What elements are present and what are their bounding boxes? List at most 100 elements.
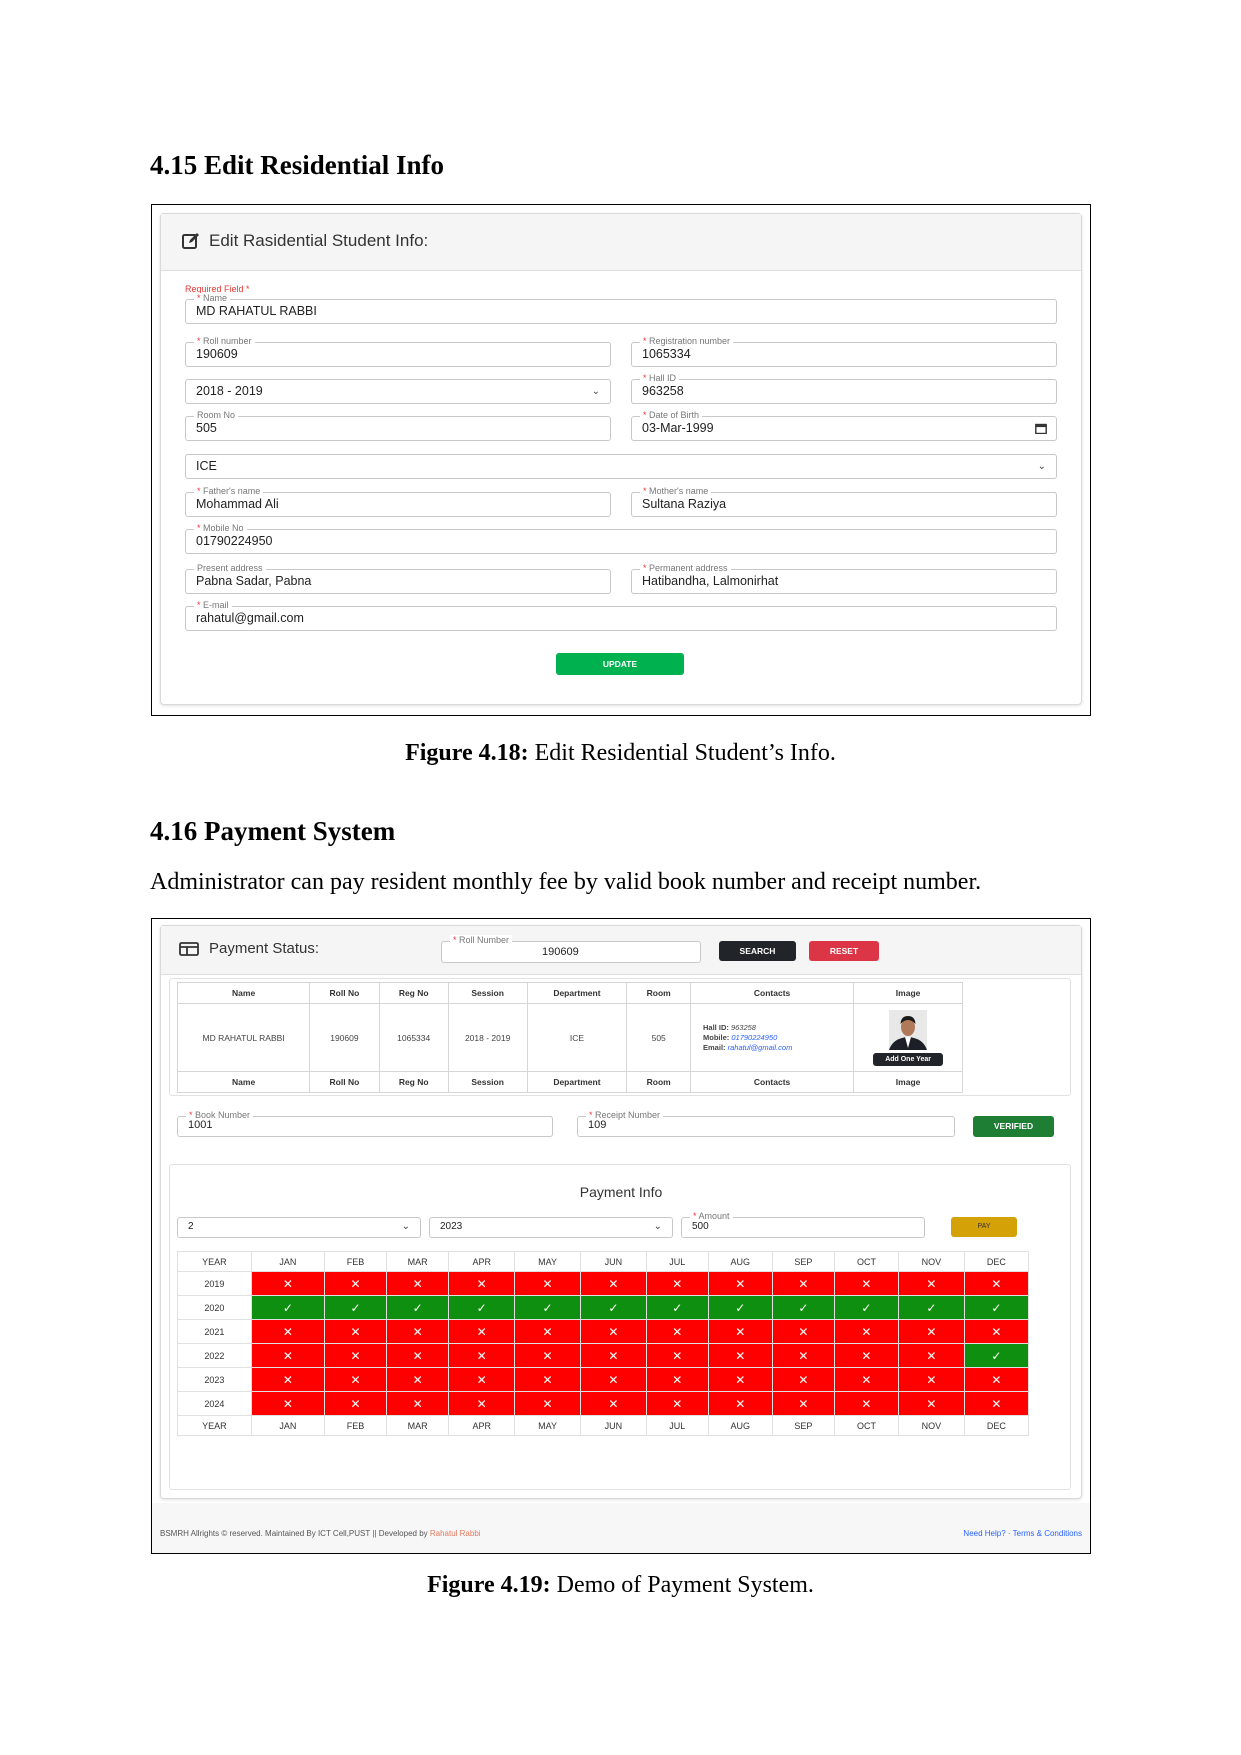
mobile-link[interactable]: 01790224950: [731, 1033, 777, 1042]
mobile-label: Mobile No: [203, 523, 244, 533]
month-header-oct: OCT: [833, 1415, 899, 1436]
table-row: 2022 ✕ ✕ ✕ ✕ ✕ ✕ ✕ ✕ ✕ ✕ ✕ ✓: [177, 1343, 1030, 1368]
unpaid-cell: ✕: [580, 1391, 647, 1416]
room-field[interactable]: Room No 505: [185, 410, 611, 441]
year-label: 2020: [177, 1295, 252, 1320]
dob-field[interactable]: * Date of Birth 03-Mar-1999: [631, 410, 1057, 441]
month-header-jul: JUL: [645, 1415, 709, 1436]
amount-label: Amount: [698, 1211, 730, 1221]
paid-cell: ✓: [963, 1343, 1030, 1368]
reset-button[interactable]: RESET: [809, 941, 879, 961]
unpaid-cell: ✕: [250, 1343, 326, 1368]
student-table: Name Roll No Reg No Session Department R…: [176, 982, 963, 1093]
mobile-field[interactable]: * Mobile No 01790224950: [185, 523, 1057, 554]
col-image: Image: [853, 982, 963, 1004]
hall-id-field[interactable]: * Hall ID 963258: [631, 373, 1057, 404]
caption-text: Edit Residential Student’s Info.: [528, 740, 836, 766]
unpaid-cell: ✕: [448, 1271, 516, 1296]
email-value: rahatul@gmail.com: [196, 611, 304, 625]
permanent-address-field[interactable]: * Permanent address Hatibandha, Lalmonir…: [631, 563, 1057, 594]
verified-button[interactable]: VERIFIED: [973, 1116, 1054, 1137]
book-number-input[interactable]: * Book Number 1001: [177, 1110, 553, 1137]
col-image: Image: [853, 1071, 963, 1093]
department-value: ICE: [196, 459, 217, 473]
need-help-link[interactable]: Need Help?: [963, 1529, 1005, 1538]
pay-button[interactable]: PAY: [951, 1217, 1017, 1237]
payment-title: Payment Status:: [209, 940, 320, 957]
col-name: Name: [176, 1071, 311, 1093]
paid-cell: ✓: [580, 1295, 647, 1320]
footer-text: BSMRH Allrights © reserved. Maintained B…: [160, 1529, 430, 1538]
paid-cell: ✓: [897, 1295, 965, 1320]
month-header-may: MAY: [514, 1251, 582, 1272]
permanent-address-value: Hatibandha, Lalmonirhat: [642, 574, 779, 588]
hall-id-value: 963258: [730, 1022, 756, 1032]
update-button[interactable]: UPDATE: [556, 653, 684, 675]
year-select[interactable]: 2023 ⌄: [429, 1217, 673, 1238]
col-room: Room: [626, 982, 692, 1004]
roll-field[interactable]: * Roll number 190609: [185, 336, 611, 367]
student-image-cell: Add One Year: [853, 1003, 963, 1072]
unpaid-cell: ✕: [514, 1391, 582, 1416]
father-label: Father's name: [203, 486, 261, 496]
permanent-address-label: Permanent address: [649, 563, 728, 573]
unpaid-cell: ✕: [323, 1391, 388, 1416]
col-department: Department: [526, 982, 628, 1004]
year-label: 2024: [177, 1391, 252, 1416]
father-field[interactable]: * Father's name Mohammad Ali: [185, 486, 611, 517]
month-select[interactable]: 2 ⌄: [177, 1217, 421, 1238]
month-header-apr: APR: [448, 1251, 516, 1272]
unpaid-cell: ✕: [514, 1367, 582, 1392]
chevron-down-icon: ⌄: [591, 386, 600, 397]
receipt-number-input[interactable]: * Receipt Number 109: [577, 1110, 955, 1137]
unpaid-cell: ✕: [833, 1391, 899, 1416]
form-title: Edit Rasidential Student Info:: [209, 231, 429, 250]
student-room: 505: [626, 1003, 692, 1072]
unpaid-cell: ✕: [645, 1367, 709, 1392]
unpaid-cell: ✕: [963, 1271, 1030, 1296]
roll-number-input[interactable]: * Roll Number 190609: [441, 935, 701, 963]
developer-link[interactable]: Rahatul Rabbi: [430, 1529, 481, 1538]
search-button[interactable]: SEARCH: [719, 941, 796, 961]
roll-value: 190609: [196, 347, 238, 361]
unpaid-cell: ✕: [514, 1271, 582, 1296]
add-one-year-button[interactable]: Add One Year: [873, 1053, 944, 1066]
amount-input[interactable]: * Amount 500: [681, 1211, 925, 1238]
terms-link[interactable]: Terms & Conditions: [1013, 1529, 1082, 1538]
month-header-may: MAY: [514, 1415, 582, 1436]
month-header-sep: SEP: [771, 1251, 835, 1272]
unpaid-cell: ✕: [707, 1319, 773, 1344]
email-link[interactable]: rahatul@gmail.com: [728, 1043, 793, 1052]
calendar-icon[interactable]: [1035, 423, 1047, 434]
year-label: 2023: [177, 1367, 252, 1392]
unpaid-cell: ✕: [833, 1343, 899, 1368]
month-header-mar: MAR: [386, 1251, 450, 1272]
session-select[interactable]: 2018 - 2019 ⌄: [185, 379, 611, 404]
student-reg: 1065334: [378, 1003, 449, 1072]
present-address-field[interactable]: Present address Pabna Sadar, Pabna: [185, 563, 611, 594]
chevron-down-icon: ⌄: [653, 1221, 662, 1232]
room-label: Room No: [194, 410, 239, 421]
department-select[interactable]: ICE ⌄: [185, 454, 1057, 479]
figure-caption: Figure 4.18: Edit Residential Student’s …: [0, 740, 1241, 767]
col-session: Session: [447, 1071, 528, 1093]
room-value: 505: [196, 421, 217, 435]
unpaid-cell: ✕: [645, 1319, 709, 1344]
unpaid-cell: ✕: [833, 1319, 899, 1344]
email-field[interactable]: * E-mail rahatul@gmail.com: [185, 600, 1057, 631]
edit-icon: [182, 233, 199, 249]
unpaid-cell: ✕: [386, 1343, 450, 1368]
student-name: MD RAHATUL RABBI: [176, 1003, 311, 1072]
unpaid-cell: ✕: [963, 1391, 1030, 1416]
month-header-mar: MAR: [386, 1415, 450, 1436]
table-row: 2023 ✕ ✕ ✕ ✕ ✕ ✕ ✕ ✕ ✕ ✕ ✕ ✕: [177, 1367, 1030, 1392]
mother-field[interactable]: * Mother's name Sultana Raziya: [631, 486, 1057, 517]
year-header: YEAR: [177, 1415, 252, 1436]
amount-value: 500: [692, 1221, 709, 1232]
registration-field[interactable]: * Registration number 1065334: [631, 336, 1057, 367]
card-header: Payment Status: * Roll Number 190609 SEA…: [161, 926, 1081, 975]
paid-cell: ✓: [833, 1295, 899, 1320]
name-field[interactable]: * Name MD RAHATUL RABBI: [185, 293, 1057, 324]
month-header-aug: AUG: [707, 1415, 773, 1436]
grid-footer-row: YEAR JAN FEB MAR APR MAY JUN JUL AUG SEP OCT NOV DEC: [177, 1415, 1030, 1436]
